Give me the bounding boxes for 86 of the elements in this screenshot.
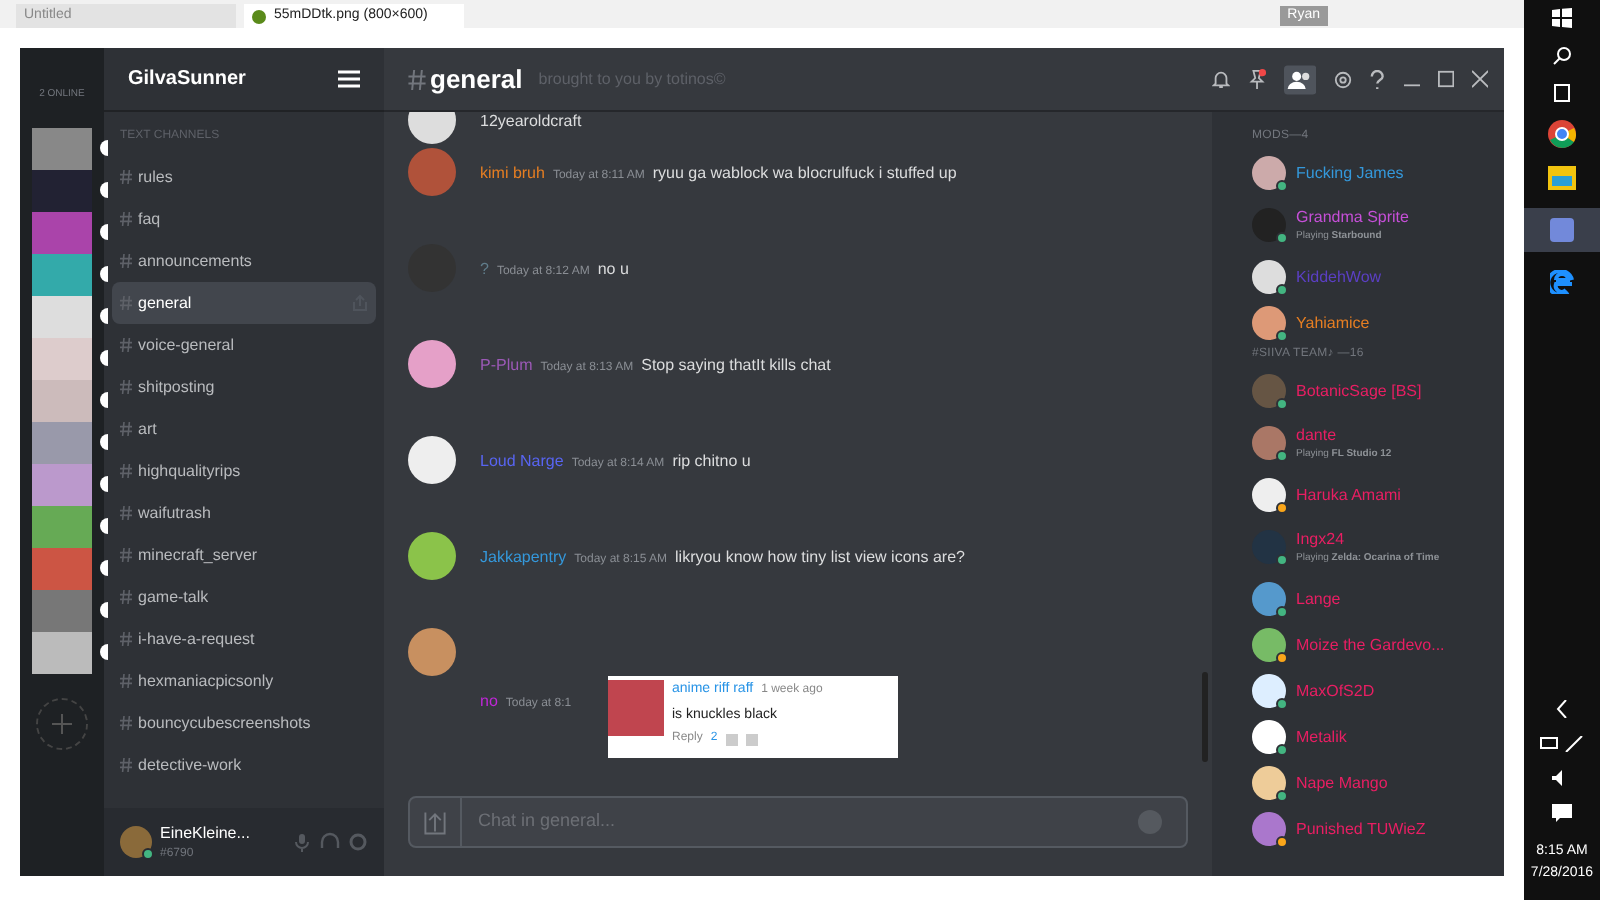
message-text: ryuu ga wablock wa blocrulfuck i stuffed up <box>652 162 957 186</box>
hash-icon <box>120 674 132 688</box>
server-icon[interactable] <box>32 295 92 337</box>
message-text: 12yearoldcraft <box>480 112 582 134</box>
message-text: rip chitno u <box>672 450 751 474</box>
server-icon[interactable] <box>32 127 92 169</box>
user-avatar <box>408 340 456 388</box>
thumbs-up-icon[interactable] <box>725 733 738 745</box>
task-view-icon[interactable] <box>1550 84 1574 102</box>
message-author: Loud Narge <box>480 450 564 474</box>
message-author: ? <box>480 258 489 282</box>
maximize-icon[interactable] <box>1437 70 1454 88</box>
server-icon[interactable] <box>32 631 92 673</box>
hash-icon <box>120 548 132 562</box>
user-avatar <box>408 628 456 676</box>
hash-icon <box>120 632 132 646</box>
headphones-icon[interactable] <box>320 832 340 852</box>
message-text: no u <box>597 258 629 282</box>
browser-e-icon[interactable] <box>1550 270 1574 294</box>
user-avatar <box>408 148 456 196</box>
channel-row[interactable]: waifutrash <box>120 492 368 534</box>
pin-icon[interactable] <box>1248 68 1267 90</box>
channel-row[interactable]: i-have-a-request <box>120 618 368 660</box>
hash-icon <box>120 422 132 436</box>
hash-icon <box>120 464 132 478</box>
server-icon[interactable] <box>32 169 92 211</box>
channel-row[interactable]: game-talk <box>120 576 368 618</box>
channel-row[interactable]: bouncycubescreenshots <box>120 702 368 744</box>
user-avatar <box>408 532 456 580</box>
member-name[interactable]: Grandma Sprite <box>1296 205 1409 230</box>
add-server-button[interactable] <box>36 697 88 749</box>
hash-icon <box>120 212 132 226</box>
plus-icon <box>52 713 72 733</box>
network-icon[interactable] <box>1540 736 1584 752</box>
user-avatar <box>408 436 456 484</box>
channel-row[interactable]: art <box>120 408 368 450</box>
bell-icon[interactable] <box>1212 68 1231 90</box>
hash-icon <box>120 170 132 184</box>
hash-icon <box>120 338 132 352</box>
message-author: P-Plum <box>480 354 533 378</box>
message-text: likryou know how tiny list view icons are? <box>675 546 965 570</box>
settings-icon[interactable] <box>348 832 368 852</box>
channel-row[interactable]: detective-work <box>120 744 368 786</box>
channel-row[interactable]: minecraft_server <box>120 534 368 576</box>
channel-row[interactable]: highqualityrips <box>120 450 368 492</box>
channel-title: general <box>430 61 523 98</box>
hash-icon <box>120 758 132 772</box>
chrome-icon[interactable] <box>1548 120 1576 148</box>
channel-row[interactable]: hexmaniacpicsonly <box>120 660 368 702</box>
search-icon[interactable] <box>1552 46 1572 66</box>
channel-row[interactable]: general <box>112 282 376 324</box>
help-icon[interactable] <box>1370 69 1386 89</box>
folder-icon[interactable] <box>1548 166 1576 190</box>
member-name[interactable]: Yahiamice <box>1296 311 1370 335</box>
user-avatar <box>120 826 152 858</box>
menu-icon[interactable] <box>338 70 360 88</box>
hash-icon <box>120 380 132 394</box>
channel-row[interactable]: faq <box>120 198 368 240</box>
hash-icon <box>120 506 132 520</box>
hash-icon <box>120 254 132 268</box>
message-text: Stop saying thatIt kills chat <box>641 354 831 378</box>
photo-placeholder <box>608 680 664 736</box>
message-author: Jakkapentry <box>480 546 567 570</box>
thumbs-down-icon[interactable] <box>745 733 758 745</box>
mention-icon[interactable] <box>1334 69 1353 89</box>
members-icon[interactable] <box>1284 63 1317 95</box>
channel-row[interactable]: voice-general <box>120 324 368 366</box>
chevron-icon[interactable] <box>1556 700 1568 718</box>
close-icon[interactable] <box>1471 70 1488 88</box>
hash-icon <box>120 590 132 604</box>
username: EineKleine... <box>160 821 252 845</box>
hash-icon <box>120 296 132 310</box>
message-author: no <box>480 690 498 714</box>
microphone-icon[interactable] <box>292 832 312 852</box>
channel-row[interactable]: announcements <box>120 240 368 282</box>
notification-icon[interactable] <box>1552 804 1572 824</box>
hash-icon <box>120 716 132 730</box>
hash-icon <box>408 69 426 89</box>
server-icon[interactable] <box>32 211 92 253</box>
message-author: kimi bruh <box>480 162 545 186</box>
server-name: GilvaSunner <box>128 66 246 94</box>
windows-logo-icon[interactable] <box>1552 8 1572 28</box>
channel-row[interactable]: shitposting <box>120 366 368 408</box>
member-name[interactable]: Fucking James <box>1296 161 1404 185</box>
chat-app-icon[interactable] <box>1524 208 1600 252</box>
channel-row[interactable]: rules <box>120 156 368 198</box>
